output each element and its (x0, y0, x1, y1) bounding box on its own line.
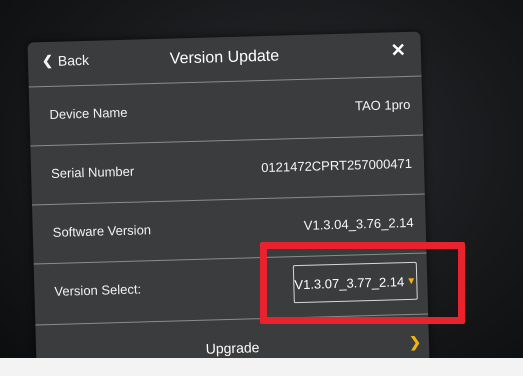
chevron-down-icon: ▼ (406, 275, 417, 287)
serial-number-row: Serial Number 0121472CPRT257000471 (30, 134, 425, 205)
version-select-value: V1.3.07_3.77_2.14 (294, 273, 405, 292)
device-name-label: Device Name (49, 104, 128, 122)
serial-number-value: 0121472CPRT257000471 (260, 155, 413, 176)
close-icon[interactable]: ✕ (390, 40, 406, 61)
device-name-value: TAO 1pro (354, 96, 411, 114)
version-select-row: Version Select: V1.3.07_3.77_2.14 ▼ (33, 252, 429, 325)
software-version-value: V1.3.04_3.76_2.14 (303, 214, 414, 233)
version-update-dialog: ❮ Back Version Update ✕ Device Name TAO … (27, 31, 430, 373)
photo-background: ❮ Back Version Update ✕ Device Name TAO … (0, 0, 523, 376)
version-select-dropdown[interactable]: V1.3.07_3.77_2.14 ▼ (292, 261, 418, 304)
version-select-label: Version Select: (54, 281, 142, 299)
software-version-row: Software Version V1.3.04_3.76_2.14 (31, 193, 427, 264)
device-name-row: Device Name TAO 1pro (28, 75, 424, 146)
dialog-title: Version Update (169, 47, 280, 68)
chevron-right-icon: ❯ (409, 333, 422, 351)
bottom-edge (0, 358, 523, 376)
software-version-label: Software Version (52, 222, 152, 240)
serial-number-label: Serial Number (50, 163, 135, 181)
